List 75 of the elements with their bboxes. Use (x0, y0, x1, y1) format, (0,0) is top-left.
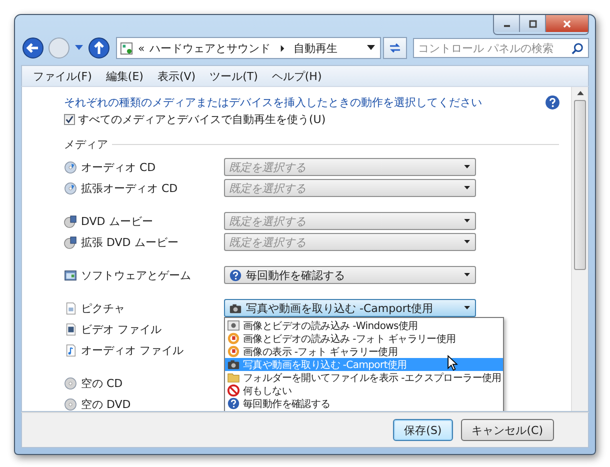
media-type-label: ビデオ ファイル (81, 322, 162, 336)
menu-item[interactable]: 編集(E) (98, 68, 150, 84)
up-button[interactable] (87, 36, 111, 60)
media-type-label: 空の DVD (81, 396, 131, 411)
media-type-label: オーディオ ファイル (81, 342, 184, 358)
scrollbar[interactable] (571, 87, 588, 411)
chevron-icon (280, 44, 285, 52)
dropdown-option[interactable]: フォルダーを開いてファイルを表示 -エクスプローラー使用 (225, 371, 504, 384)
audio-disc-icon (64, 160, 77, 174)
dvd-disc-icon (64, 236, 77, 248)
dvd-disc-icon (64, 214, 77, 228)
close-button[interactable] (546, 15, 588, 32)
menu-item[interactable]: 表示(V) (150, 68, 203, 84)
dropdown-arrow-icon (464, 240, 471, 244)
breadcrumb-overflow[interactable]: « (138, 42, 145, 54)
window-icon (64, 268, 77, 282)
dropdown-arrow-icon (464, 218, 471, 224)
dropdown-arrow-icon (367, 45, 375, 51)
action-dropdown[interactable]: 毎回動作を確認する (224, 266, 476, 284)
media-type-label: 空の CD (81, 376, 123, 390)
menu-item[interactable]: ツール(T) (202, 68, 265, 84)
section-heading: メディア (64, 137, 108, 152)
menu-item[interactable]: ヘルプ(H) (264, 68, 329, 84)
help-icon (545, 95, 560, 110)
breadcrumb[interactable]: ハードウェアとサウンド (150, 40, 271, 56)
prohibited-icon (227, 384, 240, 397)
media-type-label: 拡張オーディオ CD (81, 180, 178, 196)
dropdown-option[interactable]: 画像の表示 -フォト ギャラリー使用 (225, 345, 504, 358)
media-type-label: オーディオ CD (81, 160, 156, 174)
help-icon (229, 268, 242, 282)
camera-icon (227, 358, 240, 371)
media-type-label: 拡張 DVD ムービー (81, 234, 178, 250)
dialog-button[interactable]: 保存(S) (393, 419, 453, 441)
camera-icon (229, 302, 242, 314)
instruction-text: それぞれの種類のメディアまたはデバイスを挿入したときの動作を選択してください (64, 95, 482, 110)
maximize-button[interactable] (520, 15, 546, 32)
dropdown-option[interactable]: 画像とビデオの読み込み -Windows使用 (225, 319, 504, 332)
refresh-button[interactable] (383, 37, 407, 59)
action-dropdown[interactable]: 写真や動画を取り込む -Camport使用 (224, 299, 476, 317)
media-type-label: ソフトウェアとゲーム (81, 268, 191, 282)
menu-item[interactable]: ファイル(F) (26, 68, 99, 84)
media-type-label: ピクチャ (81, 300, 125, 316)
dropdown-arrow-icon (464, 272, 471, 278)
dropdown-arrow-icon (464, 306, 471, 310)
search-icon (571, 42, 584, 54)
video-file-icon (64, 322, 77, 336)
breadcrumb[interactable]: 自動再生 (294, 40, 338, 56)
image-file-icon (64, 302, 77, 314)
photo-gallery-icon (227, 345, 240, 358)
checkbox[interactable] (64, 114, 75, 125)
checkbox-label: すべてのメディアとデバイスで自動再生を使う(U) (78, 112, 326, 127)
refresh-icon (388, 41, 402, 55)
checkmark-icon (65, 115, 74, 124)
close-icon (562, 20, 572, 28)
address-bar[interactable]: « ハードウェアとサウンド 自動再生 (116, 37, 381, 59)
audio-file-icon (64, 344, 77, 356)
maximize-icon (528, 20, 538, 28)
search-field[interactable]: コントロール パネルの検索 (413, 38, 589, 58)
photo-gallery-icon (227, 332, 240, 345)
back-button[interactable] (21, 36, 45, 60)
caret-icon (75, 45, 83, 51)
control-panel-icon (120, 42, 133, 54)
dropdown-option[interactable]: 毎回動作を確認する (225, 397, 504, 410)
media-type-label: DVD ムービー (81, 214, 153, 228)
scroll-up-icon[interactable] (576, 91, 584, 96)
help-button[interactable] (545, 95, 560, 110)
dropdown-arrow-icon (464, 164, 471, 170)
dropdown-option[interactable]: 画像とビデオの読み込み -フォト ギャラリー使用 (225, 332, 504, 345)
dropdown-arrow-icon (464, 186, 471, 190)
dialog-button[interactable]: キャンセル(C) (460, 419, 554, 441)
dropdown-option[interactable]: 何もしない (225, 384, 504, 397)
audio-disc-icon (64, 182, 77, 194)
minimize-button[interactable] (494, 15, 520, 32)
disc-icon (64, 376, 77, 390)
mouse-pointer-icon (447, 355, 458, 371)
